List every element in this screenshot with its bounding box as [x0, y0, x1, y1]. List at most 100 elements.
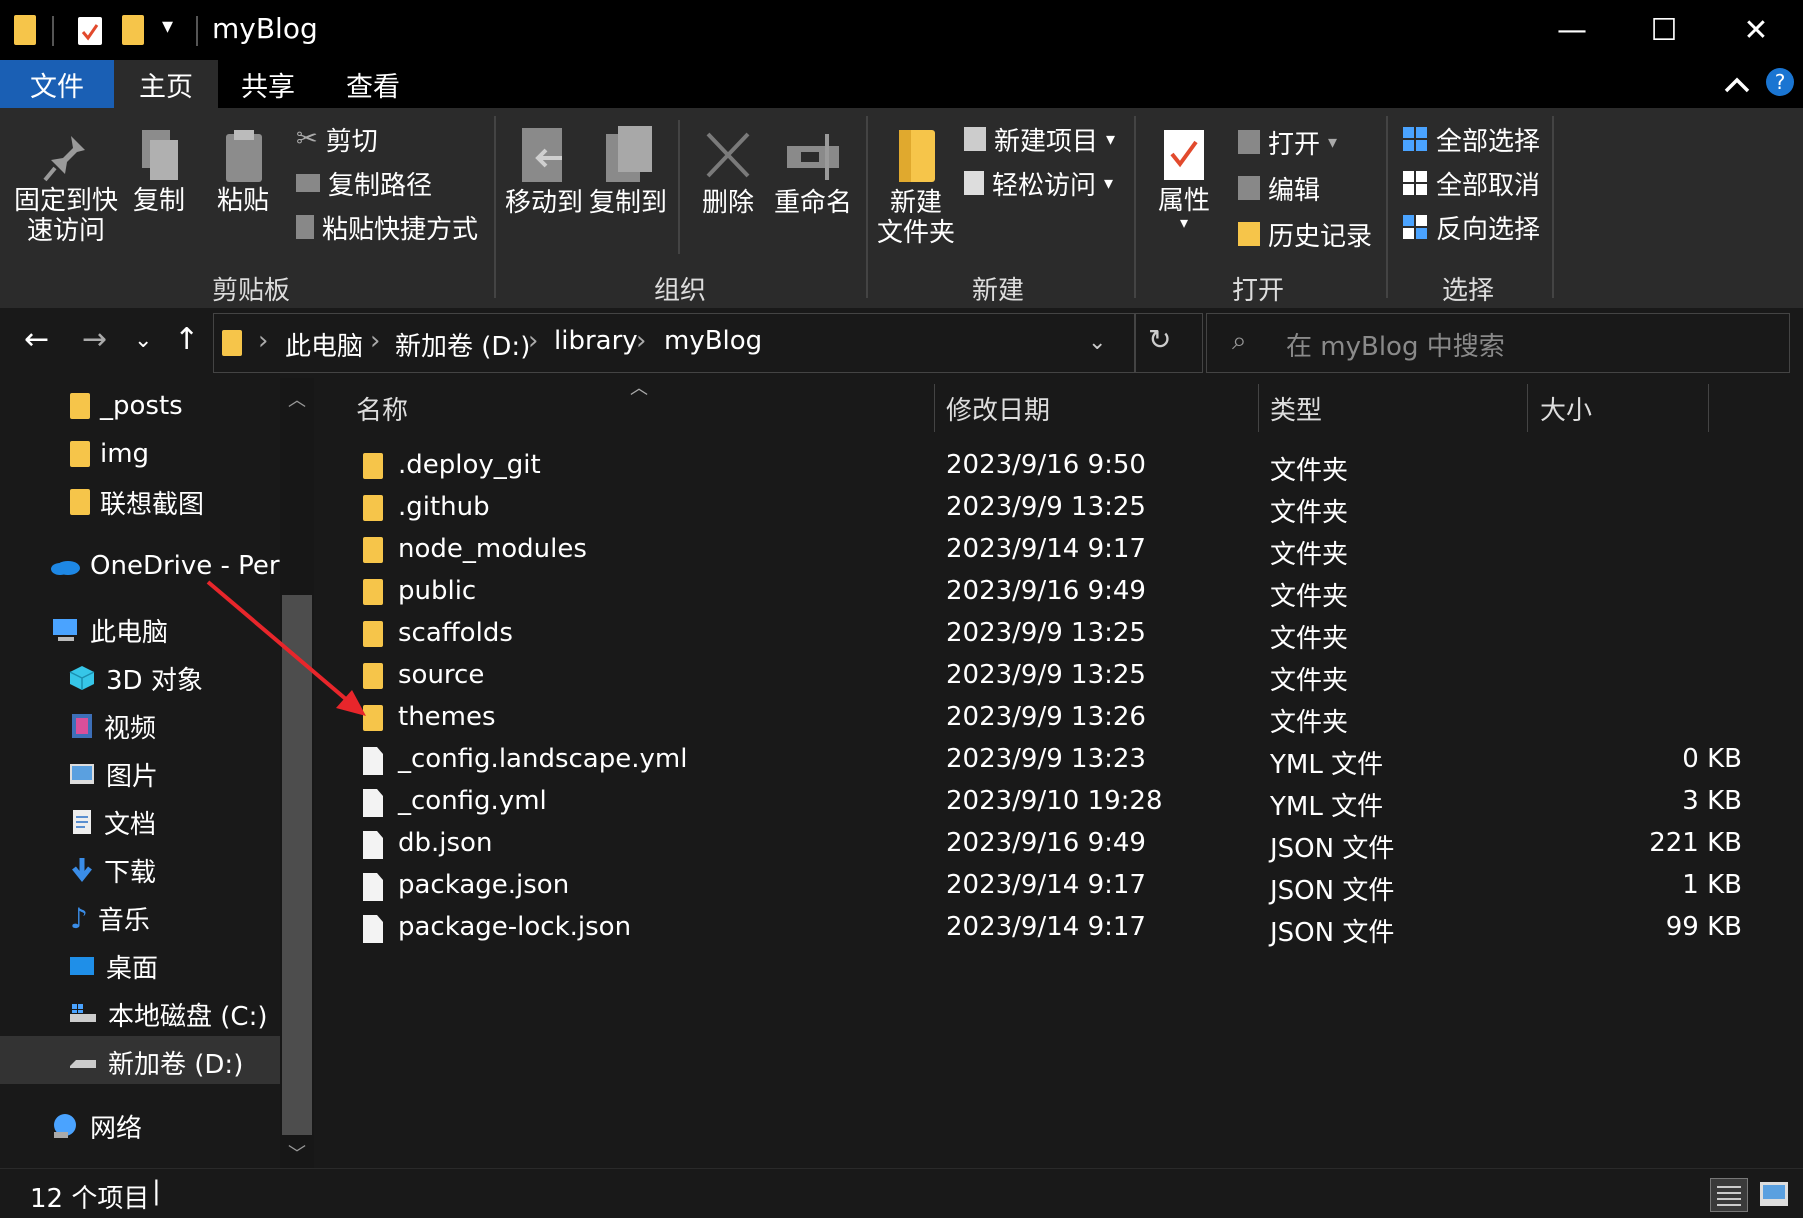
nav-item-pictures[interactable]: 图片 [68, 750, 158, 798]
file-row[interactable]: public 2023/9/16 9:49 文件夹 [350, 572, 1710, 614]
nav-item-3d-objects[interactable]: 3D 对象 [68, 654, 203, 702]
file-size: 99 KB [1665, 912, 1742, 942]
nav-item-videos[interactable]: 视频 [70, 702, 156, 750]
tab-view[interactable]: 查看 [318, 60, 428, 108]
title-separator [52, 16, 54, 46]
invert-selection-button[interactable]: 反向选择 [1402, 209, 1540, 245]
nav-item-img[interactable]: img [70, 430, 149, 478]
file-row[interactable]: scaffolds 2023/9/9 13:25 文件夹 [350, 614, 1710, 656]
nav-scrollbar-thumb[interactable] [282, 595, 312, 1135]
collapse-ribbon-icon[interactable] [1720, 68, 1754, 102]
nav-item-drive-d[interactable]: 新加卷 (D:) [68, 1038, 243, 1086]
new-item-button[interactable]: 新建项目 ▾ [964, 121, 1115, 157]
file-row[interactable]: package.json 2023/9/14 9:17 JSON 文件 1 KB [350, 866, 1742, 908]
scroll-down-icon[interactable]: ﹀ [288, 1140, 306, 1166]
nav-item-posts[interactable]: _posts [70, 382, 183, 430]
group-divider [494, 116, 496, 298]
copy-to-button[interactable]: 复制到 [588, 124, 668, 218]
scroll-up-icon[interactable]: ︿ [288, 386, 306, 412]
column-header-type[interactable]: 类型 [1270, 380, 1520, 436]
file-row[interactable]: .deploy_git 2023/9/16 9:50 文件夹 [350, 446, 1710, 488]
file-type: 文件夹 [1270, 666, 1349, 696]
file-date: 2023/9/14 9:17 [946, 912, 1146, 942]
nav-item-onedrive[interactable]: OneDrive - Persc [50, 542, 307, 590]
nav-item-network[interactable]: 网络 [50, 1102, 142, 1150]
nav-item-desktop[interactable]: 桌面 [68, 942, 158, 990]
column-header-date[interactable]: 修改日期 [946, 380, 1256, 436]
details-view-icon[interactable] [1710, 1178, 1748, 1212]
copy-path-icon [296, 174, 320, 192]
breadcrumb-myblog[interactable]: myBlog [664, 326, 762, 356]
drive-icon [70, 1060, 96, 1068]
edit-button[interactable]: 编辑 [1238, 170, 1320, 206]
move-to-button[interactable]: 移动到 [504, 124, 584, 218]
up-arrow-icon[interactable]: ↑ [174, 322, 199, 357]
tab-home[interactable]: 主页 [114, 60, 218, 108]
copy-path-button[interactable]: 复制路径 [296, 165, 432, 201]
open-button[interactable]: 打开 ▾ [1238, 124, 1337, 160]
address-dropdown-icon[interactable]: ⌄ [1088, 330, 1106, 355]
quick-access-dropdown-icon[interactable]: ▾ [162, 14, 173, 39]
file-row[interactable]: package-lock.json 2023/9/14 9:17 JSON 文件 99… [350, 908, 1742, 950]
column-divider[interactable] [934, 384, 935, 432]
column-header-size[interactable]: 大小 [1540, 380, 1700, 436]
pin-quick-access-button[interactable]: 固定到快 速访问 [14, 130, 118, 246]
breadcrumb-chevron-icon[interactable]: › [258, 326, 268, 356]
paste-shortcut-button[interactable]: 粘贴快捷方式 [296, 209, 478, 245]
tab-share[interactable]: 共享 [218, 60, 318, 108]
column-divider[interactable] [1527, 384, 1528, 432]
file-row[interactable]: _config.yml 2023/9/10 19:28 YML 文件 3 KB [350, 782, 1742, 824]
nav-item-lenovo-screenshots[interactable]: 联想截图 [70, 478, 204, 526]
copy-button[interactable]: 复制 [128, 126, 190, 216]
help-icon[interactable]: ? [1766, 68, 1794, 96]
nav-item-documents[interactable]: 文档 [70, 798, 156, 846]
folder-icon [363, 537, 383, 563]
breadcrumb-drive-d[interactable]: 新加卷 (D:) [395, 326, 530, 363]
column-header-name[interactable]: 名称 [356, 380, 926, 436]
breadcrumb-chevron-icon[interactable]: › [370, 326, 380, 356]
file-type: JSON 文件 [1270, 876, 1395, 906]
nav-item-this-pc[interactable]: 此电脑 [50, 606, 168, 654]
maximize-button[interactable]: ☐ [1618, 0, 1710, 60]
breadcrumb-library[interactable]: library [554, 326, 638, 356]
breadcrumb-chevron-icon[interactable]: › [528, 326, 538, 356]
large-icons-view-icon[interactable] [1756, 1178, 1794, 1212]
paste-button[interactable]: 粘贴 [212, 126, 274, 216]
select-all-button[interactable]: 全部选择 [1402, 121, 1540, 157]
forward-arrow-icon[interactable]: → [82, 322, 107, 357]
easy-access-button[interactable]: 轻松访问 ▾ [964, 165, 1113, 201]
file-row[interactable]: node_modules 2023/9/14 9:17 文件夹 [350, 530, 1710, 572]
nav-item-downloads[interactable]: 下载 [70, 846, 156, 894]
close-button[interactable]: ✕ [1710, 0, 1802, 60]
rename-button[interactable]: 重命名 [772, 124, 854, 218]
nav-item-music[interactable]: ♪ 音乐 [70, 894, 150, 942]
column-divider[interactable] [1708, 384, 1709, 432]
back-arrow-icon[interactable]: ← [24, 322, 49, 357]
breadcrumb-chevron-icon[interactable]: › [636, 326, 646, 356]
file-row[interactable]: _config.landscape.yml 2023/9/9 13:23 YML 文… [350, 740, 1742, 782]
cut-button[interactable]: ✂ 剪切 [296, 121, 378, 157]
properties-quick-icon[interactable] [78, 17, 102, 45]
file-type: 文件夹 [1270, 540, 1349, 570]
file-row[interactable]: themes 2023/9/9 13:26 文件夹 [350, 698, 1710, 740]
nav-item-local-disk-c[interactable]: 本地磁盘 (C:) [68, 990, 267, 1038]
history-icon [1238, 222, 1260, 246]
file-row[interactable]: .github 2023/9/9 13:25 文件夹 [350, 488, 1710, 530]
file-row[interactable]: source 2023/9/9 13:25 文件夹 [350, 656, 1710, 698]
delete-button[interactable]: 删除 [694, 124, 762, 218]
select-none-button[interactable]: 全部取消 [1402, 165, 1540, 201]
rename-label: 重命名 [773, 188, 852, 218]
minimize-button[interactable]: — [1526, 0, 1618, 60]
recent-locations-icon[interactable]: ⌄ [134, 328, 152, 353]
column-divider[interactable] [1258, 384, 1259, 432]
refresh-icon[interactable]: ↻ [1148, 323, 1171, 356]
properties-button[interactable]: 属性 ▾ [1148, 126, 1220, 231]
nav-item-label: 新加卷 (D:) [108, 1049, 244, 1080]
tab-file[interactable]: 文件 [0, 60, 114, 108]
nav-item-label: 音乐 [97, 905, 150, 936]
history-button[interactable]: 历史记录 [1238, 216, 1372, 252]
new-folder-button[interactable]: 新建 文件夹 [876, 126, 956, 248]
file-row[interactable]: db.json 2023/9/16 9:49 JSON 文件 221 KB [350, 824, 1742, 866]
new-folder-quick-icon[interactable] [122, 15, 144, 45]
breadcrumb-this-pc[interactable]: 此电脑 [285, 326, 363, 363]
